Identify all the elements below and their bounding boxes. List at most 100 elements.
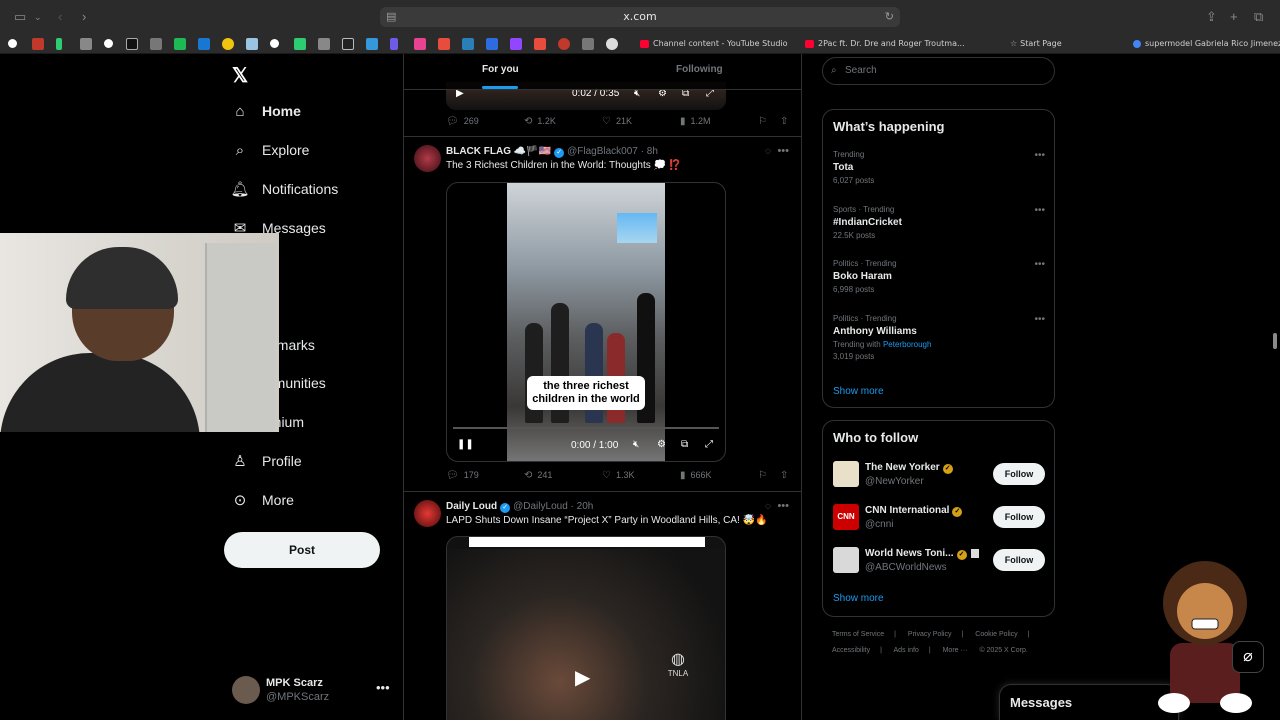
- footer-link[interactable]: Cookie Policy: [975, 631, 1017, 638]
- follow-suggestion[interactable]: World News Toni... ✓ @ABCWorldNews Follow: [833, 547, 1045, 577]
- nav-home[interactable]: ⌂ Home: [230, 98, 300, 124]
- author-name[interactable]: Daily Loud: [446, 501, 497, 512]
- reply-button[interactable]: 💬︎ 269: [446, 116, 479, 127]
- favorite-icon[interactable]: [534, 38, 546, 50]
- favorite-icon[interactable]: [198, 38, 210, 50]
- trend-item[interactable]: Politics · Trending Boko Haram 6,998 pos…: [833, 259, 1045, 294]
- tab-google-search[interactable]: supermodel Gabriela Rico Jimenez...: [1133, 38, 1280, 50]
- play-icon[interactable]: ▶: [575, 665, 599, 689]
- reply-button[interactable]: 💬︎ 179: [446, 470, 479, 481]
- pause-icon[interactable]: ❚❚: [457, 439, 474, 450]
- more-dots-icon[interactable]: •••: [1034, 259, 1045, 270]
- page-settings-icon[interactable]: ▤: [386, 7, 396, 27]
- footer-link[interactable]: Ads info: [894, 647, 919, 654]
- footer-link[interactable]: Accessibility: [832, 647, 870, 654]
- nav-more[interactable]: ⊙ More: [230, 487, 294, 513]
- scrollbar-thumb[interactable]: [1273, 333, 1277, 349]
- trend-item[interactable]: Trending Tota 6,027 posts •••: [833, 150, 1045, 185]
- author-handle[interactable]: @FlagBlack007 · 8h: [567, 146, 658, 157]
- favorite-icon[interactable]: [414, 38, 426, 50]
- bookmark-button[interactable]: ⚐: [758, 470, 772, 481]
- show-more-link[interactable]: Show more: [833, 593, 884, 604]
- trend-link[interactable]: Peterborough: [883, 340, 931, 349]
- reload-icon[interactable]: ↻: [885, 7, 894, 27]
- favorite-icon[interactable]: [510, 38, 522, 50]
- fullscreen-icon[interactable]: ⤢: [705, 439, 713, 450]
- favorite-icon[interactable]: [390, 38, 398, 50]
- chevron-down-icon[interactable]: ⌄: [34, 10, 42, 24]
- favorite-icon[interactable]: [606, 38, 618, 50]
- favorite-icon[interactable]: [32, 38, 44, 50]
- tab-overview-icon[interactable]: ⧉: [1254, 10, 1263, 24]
- grok-icon[interactable]: ◌: [765, 146, 771, 157]
- trend-item[interactable]: Sports · Trending #IndianCricket 22.5K p…: [833, 205, 1045, 240]
- favorite-icon[interactable]: [246, 38, 258, 50]
- tab-following[interactable]: Following: [676, 64, 723, 75]
- settings-icon[interactable]: ⚙: [657, 439, 666, 450]
- share-button[interactable]: ⇧: [780, 470, 793, 481]
- tab-youtube-video[interactable]: 2Pac ft. Dr. Dre and Roger Troutma...: [805, 38, 965, 50]
- favorite-icon[interactable]: [438, 38, 450, 50]
- share-icon[interactable]: ⇪: [1206, 10, 1217, 24]
- favorite-icon[interactable]: [104, 39, 113, 48]
- favorite-icon[interactable]: [342, 38, 354, 50]
- address-bar[interactable]: ▤ x.com ↻: [380, 7, 900, 27]
- favorite-icon[interactable]: [462, 38, 474, 50]
- views-button[interactable]: ▮ 666K: [680, 470, 712, 481]
- new-tab-icon[interactable]: +: [1230, 10, 1238, 24]
- video-progress[interactable]: [453, 427, 719, 429]
- follow-button[interactable]: Follow: [993, 463, 1045, 485]
- favorite-icon[interactable]: [8, 39, 17, 48]
- follow-suggestion[interactable]: The New Yorker ✓ @NewYorker Follow: [833, 461, 1045, 491]
- favorite-icon[interactable]: [174, 38, 186, 50]
- avatar[interactable]: [414, 500, 441, 527]
- favorite-icon[interactable]: [582, 38, 594, 50]
- repost-button[interactable]: ⟲ 241: [524, 470, 552, 481]
- video-player[interactable]: the three richest children in the world …: [446, 182, 726, 462]
- footer-link[interactable]: More ···: [943, 647, 968, 654]
- author-name[interactable]: BLACK FLAG ☁️🏴🇺🇸: [446, 146, 551, 157]
- mute-icon[interactable]: 🔇︎: [633, 439, 639, 450]
- footer-link[interactable]: Terms of Service: [832, 631, 884, 638]
- video-player[interactable]: ▶ ◍ TNLA: [446, 536, 726, 720]
- tab-start-page[interactable]: ☆ Start Page: [1010, 38, 1062, 50]
- favorite-icon[interactable]: [486, 38, 498, 50]
- forward-icon[interactable]: ›: [82, 10, 86, 24]
- favorite-icon[interactable]: [222, 38, 234, 50]
- pip-icon[interactable]: ⧉: [681, 439, 688, 450]
- more-dots-icon[interactable]: •••: [1034, 314, 1045, 325]
- like-button[interactable]: ♡ 21K: [602, 116, 632, 127]
- more-dots-icon[interactable]: •••: [1034, 205, 1045, 216]
- tab-for-you[interactable]: For you: [482, 64, 519, 75]
- favorite-icon[interactable]: [270, 39, 279, 48]
- grok-floating-button[interactable]: ⌀: [1232, 641, 1264, 673]
- views-button[interactable]: ▮ 1.2M: [680, 116, 711, 127]
- avatar[interactable]: [414, 145, 441, 172]
- nav-profile[interactable]: ♙ Profile: [230, 448, 301, 474]
- x-logo[interactable]: 𝕏: [232, 63, 248, 88]
- repost-button[interactable]: ⟲ 1.2K: [524, 116, 556, 127]
- search-input[interactable]: ⌕ Search: [822, 57, 1055, 85]
- follow-button[interactable]: Follow: [993, 549, 1045, 571]
- post-button[interactable]: Post: [224, 532, 380, 568]
- grok-icon[interactable]: ◌: [765, 501, 771, 512]
- more-dots-icon[interactable]: •••: [777, 500, 789, 512]
- footer-link[interactable]: Privacy Policy: [908, 631, 952, 638]
- x-favorite-icon[interactable]: [126, 38, 138, 50]
- nav-notifications[interactable]: 🔔︎ Notifications: [230, 176, 338, 202]
- tab-youtube-studio[interactable]: Channel content - YouTube Studio: [640, 38, 788, 50]
- follow-suggestion[interactable]: CNN CNN International ✓ @cnni Follow: [833, 504, 1045, 534]
- favorite-icon[interactable]: [56, 38, 62, 50]
- favorite-icon[interactable]: [366, 38, 378, 50]
- more-dots-icon[interactable]: •••: [1034, 150, 1045, 161]
- show-more-link[interactable]: Show more: [833, 386, 884, 397]
- bookmark-button[interactable]: ⚐: [758, 116, 772, 127]
- favorite-icon[interactable]: [558, 38, 570, 50]
- more-dots-icon[interactable]: •••: [376, 680, 390, 695]
- follow-button[interactable]: Follow: [993, 506, 1045, 528]
- account-switcher[interactable]: MPK Scarz @MPKScarz •••: [232, 674, 392, 706]
- author-handle[interactable]: @DailyLoud · 20h: [513, 501, 593, 512]
- trend-item[interactable]: Politics · Trending Anthony Williams Tre…: [833, 314, 1045, 361]
- favorite-icon[interactable]: [294, 38, 306, 50]
- share-button[interactable]: ⇧: [780, 116, 793, 127]
